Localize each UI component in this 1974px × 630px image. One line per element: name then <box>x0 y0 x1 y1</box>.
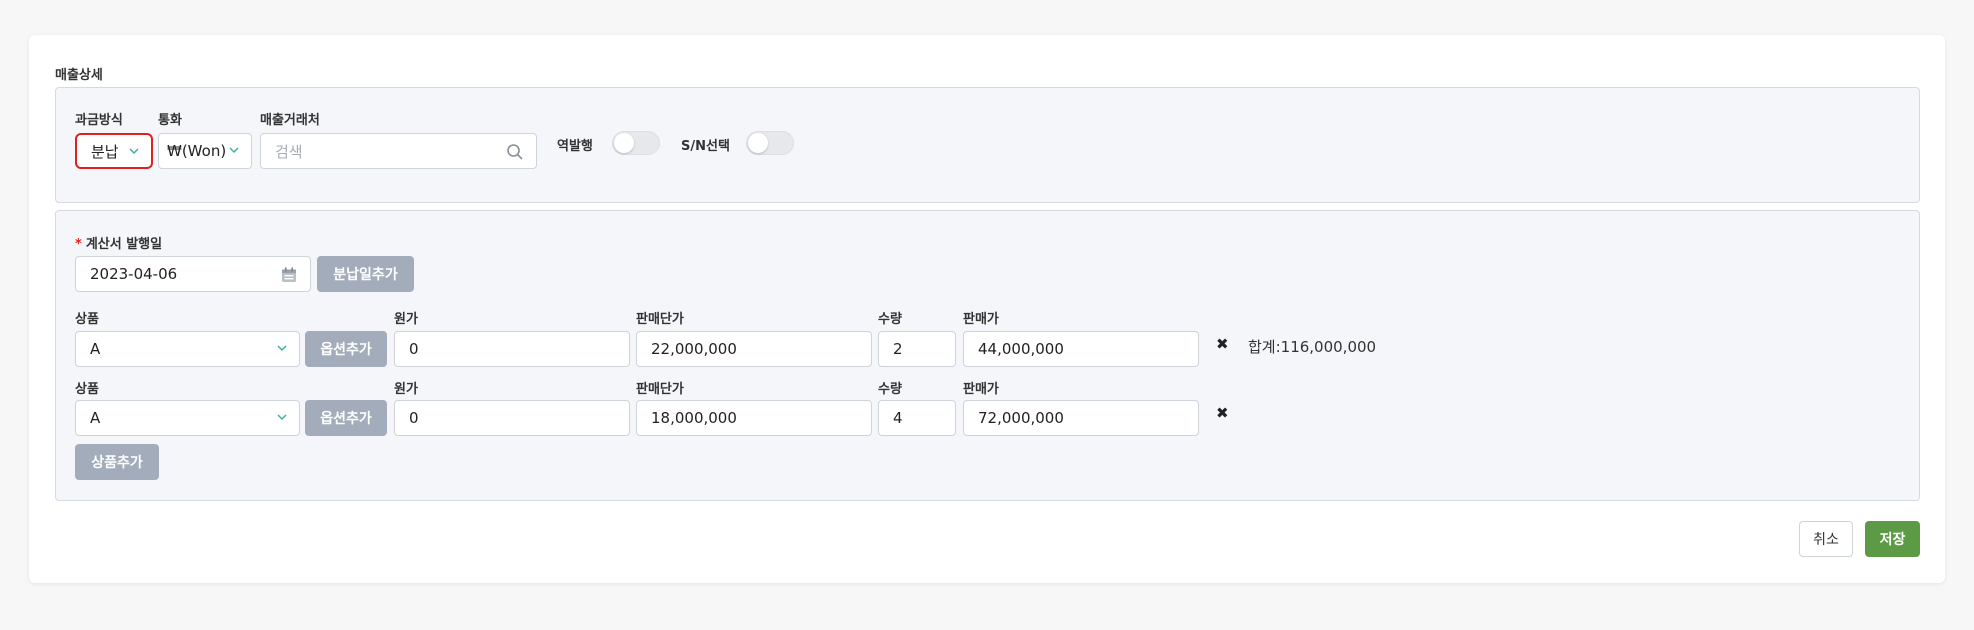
currency-label: 통화 <box>158 113 182 128</box>
invoice-date-label-text: 계산서 발행일 <box>85 237 163 252</box>
sale-price-value: 72,000,000 <box>978 409 1064 427</box>
currency-select[interactable]: ₩(Won) <box>158 133 252 169</box>
customer-search-input[interactable]: 검색 <box>260 133 537 169</box>
qty-value: 2 <box>893 340 903 358</box>
add-product-button[interactable]: 상품추가 <box>75 444 159 480</box>
customer-search-placeholder: 검색 <box>275 142 303 161</box>
product-select[interactable]: A <box>75 331 300 367</box>
reverse-issue-label: 역발행 <box>557 139 593 154</box>
cost-label: 원가 <box>394 312 418 327</box>
sale-price-label: 판매가 <box>963 382 999 397</box>
sale-price-input[interactable]: 44,000,000 <box>963 331 1199 367</box>
invoice-date-value: 2023-04-06 <box>90 265 178 283</box>
unit-price-value: 18,000,000 <box>651 409 737 427</box>
calendar-icon[interactable] <box>280 266 298 284</box>
sale-price-label: 판매가 <box>963 312 999 327</box>
cost-label: 원가 <box>394 382 418 397</box>
search-icon[interactable] <box>506 143 524 161</box>
reverse-issue-toggle[interactable] <box>612 131 660 155</box>
total-amount: 합계:116,000,000 <box>1248 338 1377 356</box>
sale-price-value: 44,000,000 <box>978 340 1064 358</box>
product-label: 상품 <box>75 312 99 327</box>
unit-price-label: 판매단가 <box>636 312 684 327</box>
sn-select-label: S/N선택 <box>681 139 730 154</box>
remove-product-icon[interactable]: ✖ <box>1216 404 1229 422</box>
sn-select-toggle[interactable] <box>746 131 794 155</box>
product-value: A <box>90 340 101 358</box>
billing-method-value: 분납 <box>91 142 119 161</box>
chevron-down-icon <box>277 412 287 422</box>
sale-price-input[interactable]: 72,000,000 <box>963 400 1199 436</box>
billing-method-label: 과금방식 <box>75 113 123 128</box>
qty-input[interactable]: 4 <box>878 400 956 436</box>
unit-price-label: 판매단가 <box>636 382 684 397</box>
chevron-down-icon <box>129 146 139 156</box>
chevron-down-icon <box>277 343 287 353</box>
product-label: 상품 <box>75 382 99 397</box>
add-option-button[interactable]: 옵션추가 <box>305 331 387 367</box>
toggle-knob <box>614 133 634 153</box>
chevron-down-icon <box>229 145 239 155</box>
unit-price-input[interactable]: 22,000,000 <box>636 331 872 367</box>
qty-label: 수량 <box>878 312 902 327</box>
remove-product-icon[interactable]: ✖ <box>1216 335 1229 353</box>
unit-price-value: 22,000,000 <box>651 340 737 358</box>
toggle-knob <box>748 133 768 153</box>
save-button[interactable]: 저장 <box>1865 521 1920 557</box>
invoice-date-input[interactable]: 2023-04-06 <box>75 256 311 292</box>
product-select[interactable]: A <box>75 400 300 436</box>
cost-input[interactable]: 0 <box>394 331 630 367</box>
cost-value: 0 <box>409 340 419 358</box>
qty-input[interactable]: 2 <box>878 331 956 367</box>
qty-label: 수량 <box>878 382 902 397</box>
section-title: 매출상세 <box>55 68 103 83</box>
add-installment-button[interactable]: 분납일추가 <box>317 256 414 292</box>
product-value: A <box>90 409 101 427</box>
billing-method-select[interactable]: 분납 <box>75 133 153 169</box>
cancel-button[interactable]: 취소 <box>1799 521 1853 557</box>
customer-label: 매출거래처 <box>260 113 320 128</box>
invoice-date-label: * 계산서 발행일 <box>75 233 162 252</box>
add-option-button[interactable]: 옵션추가 <box>305 400 387 436</box>
required-mark: * <box>75 237 82 252</box>
cost-input[interactable]: 0 <box>394 400 630 436</box>
qty-value: 4 <box>893 409 903 427</box>
unit-price-input[interactable]: 18,000,000 <box>636 400 872 436</box>
cost-value: 0 <box>409 409 419 427</box>
